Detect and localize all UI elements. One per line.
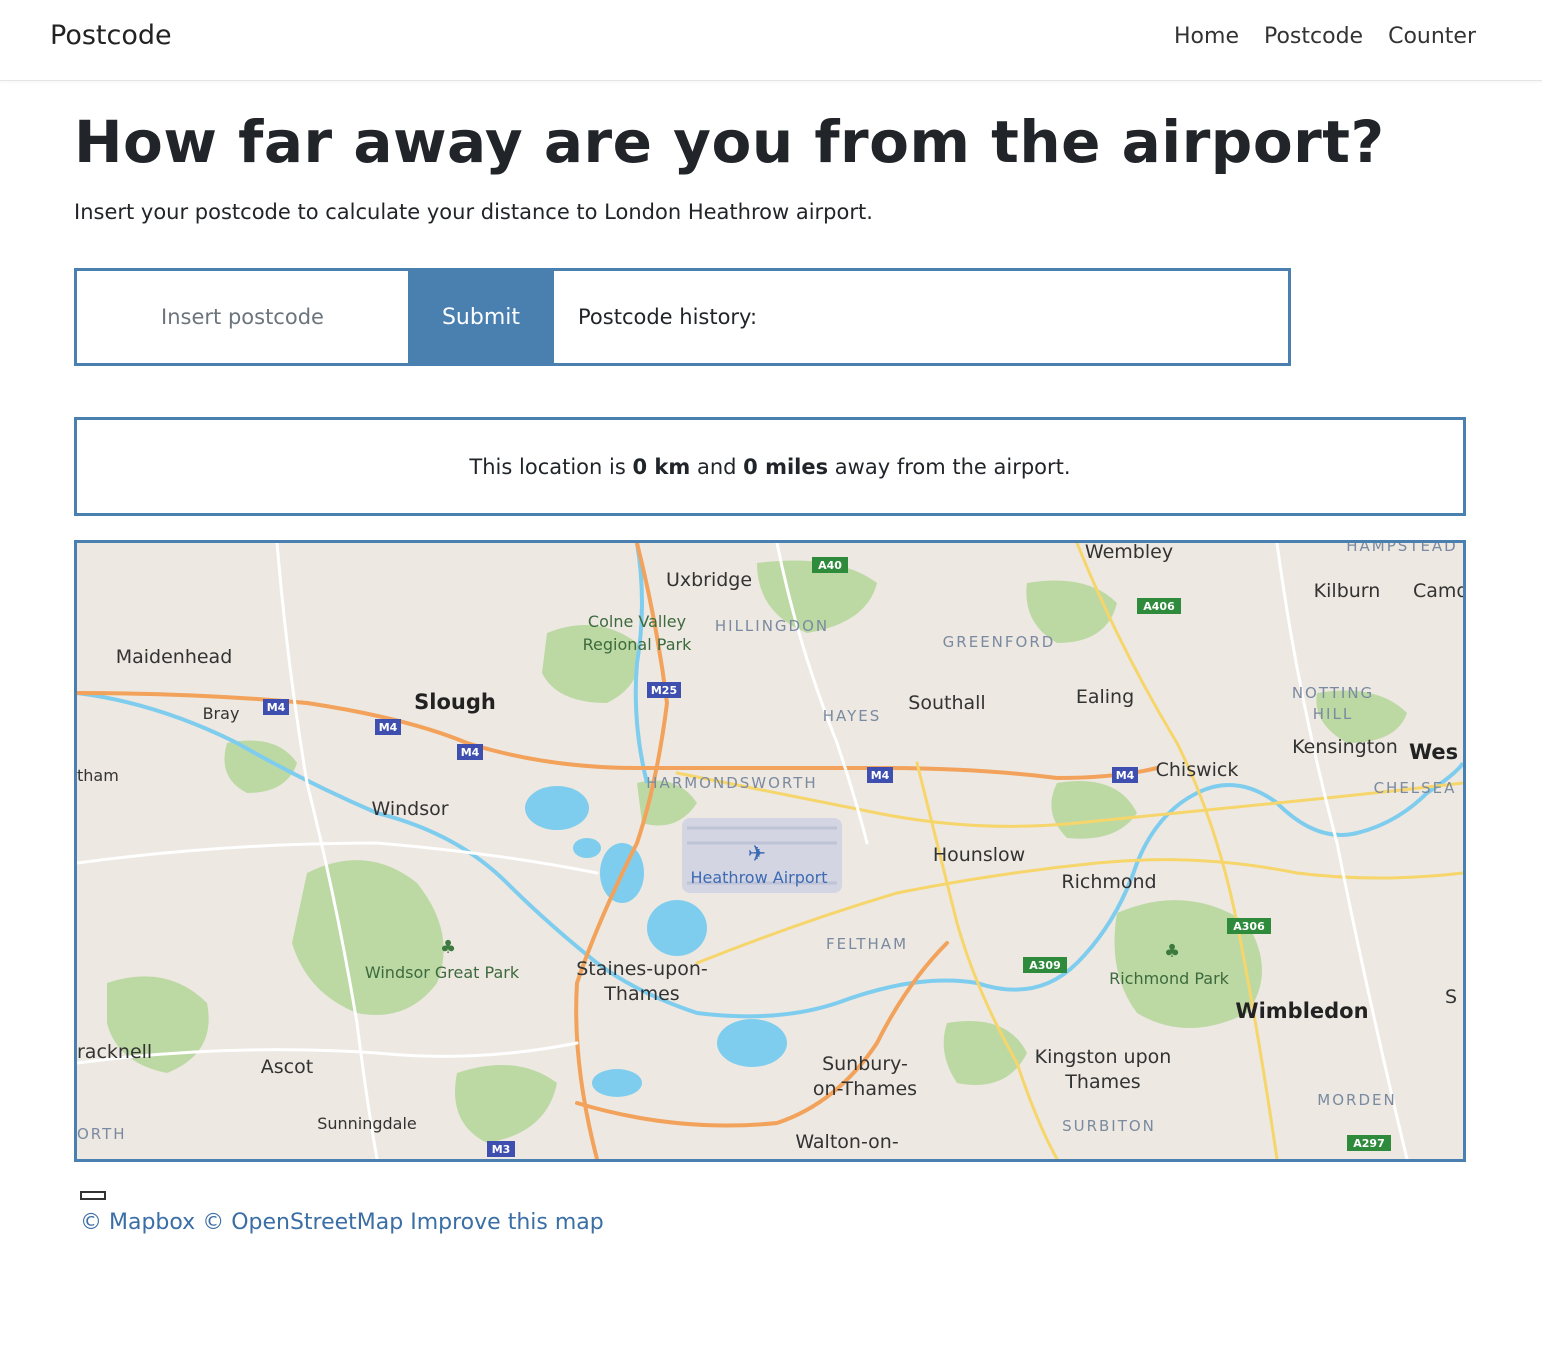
mapbox-attribution-link[interactable]: © Mapbox — [80, 1210, 195, 1235]
road-tag-a40: A40 — [818, 559, 842, 572]
map-label-windsor: Windsor — [371, 798, 448, 820]
map-label-staines: Staines-upon- — [576, 958, 708, 980]
result-miles: 0 miles — [743, 454, 829, 479]
road-tag-m25: M25 — [651, 684, 677, 697]
map-scale-bar — [80, 1191, 106, 1200]
road-tag-m3: M3 — [492, 1143, 511, 1156]
map-label-richmond-park: Richmond Park — [1109, 969, 1230, 988]
postcode-form: Submit Postcode history: — [74, 268, 1291, 366]
map-label-hillingdon: HILLINGDON — [715, 617, 829, 635]
submit-button[interactable]: Submit — [408, 271, 554, 363]
map-label-camden: Camd — [1413, 580, 1463, 602]
map-label-sunbury: Sunbury- — [822, 1053, 908, 1075]
map-label-greenford: GREENFORD — [943, 633, 1056, 651]
map-label-hill: HILL — [1313, 705, 1353, 723]
result-prefix: This location is — [469, 454, 626, 479]
map-label-surbiton: SURBITON — [1062, 1117, 1156, 1135]
result-suffix: away from the airport. — [834, 454, 1071, 479]
map-attribution: © Mapbox © OpenStreetMap Improve this ma… — [80, 1210, 604, 1235]
improve-map-link[interactable]: Improve this map — [410, 1210, 603, 1235]
map-label-morden: MORDEN — [1317, 1091, 1396, 1109]
map-label-wembley: Wembley — [1085, 543, 1173, 563]
map-label-hayes: HAYES — [823, 707, 882, 725]
map-label-bray: Bray — [203, 704, 240, 723]
map-label-colne-valley: Colne Valley — [588, 612, 686, 631]
road-tag-m4: M4 — [267, 701, 286, 714]
nav-links: Home Postcode Counter — [1174, 24, 1476, 49]
map-label-wimbledon: Wimbledon — [1235, 999, 1368, 1023]
postcode-input[interactable] — [77, 271, 408, 363]
page-subtitle: Insert your postcode to calculate your d… — [74, 200, 873, 224]
nav-link-home[interactable]: Home — [1174, 24, 1239, 49]
map-label-thames: Thames — [603, 983, 679, 1005]
distance-result: This location is 0 km and 0 miles away f… — [74, 417, 1466, 516]
map-label-bracknell: racknell — [77, 1041, 152, 1063]
map-label-ascot: Ascot — [261, 1056, 313, 1078]
postcode-history-label: Postcode history: — [578, 305, 758, 329]
map-label-s: S — [1445, 986, 1457, 1008]
map-label-chiswick: Chiswick — [1156, 759, 1239, 781]
map-label-feltham: FELTHAM — [826, 935, 908, 953]
road-tag-a406: A406 — [1143, 600, 1175, 613]
road-tag-m4: M4 — [1116, 769, 1135, 782]
road-tag-a297: A297 — [1353, 1137, 1384, 1150]
nav-link-postcode[interactable]: Postcode — [1264, 24, 1363, 49]
map-label-walton: Walton-on- — [795, 1131, 898, 1153]
map-canvas[interactable]: ✈ ♣ ♣ A40 A406 M25 M4 M4 M4 M4 M4 M3 A30… — [77, 543, 1463, 1159]
map-label-kingston-thames: Thames — [1064, 1071, 1140, 1093]
map-label-harmondsworth: HARMONDSWORTH — [646, 774, 817, 792]
road-tag-m4: M4 — [461, 746, 480, 759]
map-label-notting: NOTTING — [1292, 684, 1374, 702]
map-label-windsor-great-park: Windsor Great Park — [365, 963, 520, 982]
map-label-hampstead: HAMPSTEAD — [1346, 543, 1458, 555]
map-label-heathrow: Heathrow Airport — [690, 868, 827, 887]
tree-icon: ♣ — [440, 937, 456, 958]
page-title: How far away are you from the airport? — [74, 108, 1385, 176]
navbar: Postcode Home Postcode Counter — [0, 0, 1542, 81]
result-and: and — [696, 454, 737, 479]
result-km: 0 km — [632, 454, 691, 479]
map-label-kensington: Kensington — [1292, 736, 1398, 758]
map-label-kilburn: Kilburn — [1314, 580, 1381, 602]
tree-icon: ♣ — [1164, 941, 1180, 962]
map-label-ealing: Ealing — [1076, 686, 1134, 708]
map-label-regional-park: Regional Park — [583, 635, 692, 654]
map[interactable]: ✈ ♣ ♣ A40 A406 M25 M4 M4 M4 M4 M4 M3 A30… — [74, 540, 1466, 1162]
map-label-uxbridge: Uxbridge — [666, 569, 752, 591]
map-label-eltham: tham — [77, 766, 119, 785]
road-tag-a306: A306 — [1233, 920, 1265, 933]
nav-link-counter[interactable]: Counter — [1388, 24, 1476, 49]
map-label-west: Wes — [1409, 740, 1458, 764]
map-label-maidenhead: Maidenhead — [116, 646, 233, 668]
road-tag-m4: M4 — [379, 721, 398, 734]
map-label-on-thames: on-Thames — [813, 1078, 917, 1100]
map-label-north: ORTH — [77, 1125, 127, 1143]
airport-icon: ✈ — [748, 842, 766, 867]
map-label-sunningdale: Sunningdale — [317, 1114, 417, 1133]
road-tag-a309: A309 — [1029, 959, 1060, 972]
map-label-richmond: Richmond — [1061, 871, 1156, 893]
road-tag-m4: M4 — [871, 769, 890, 782]
map-label-chelsea: CHELSEA — [1374, 779, 1457, 797]
postcode-history: Postcode history: — [554, 271, 1288, 363]
osm-attribution-link[interactable]: © OpenStreetMap — [202, 1210, 403, 1235]
map-label-hounslow: Hounslow — [933, 844, 1025, 866]
map-label-slough: Slough — [414, 690, 496, 714]
navbar-brand[interactable]: Postcode — [50, 20, 172, 51]
map-label-southall: Southall — [908, 692, 985, 714]
map-label-kingston: Kingston upon — [1035, 1046, 1172, 1068]
